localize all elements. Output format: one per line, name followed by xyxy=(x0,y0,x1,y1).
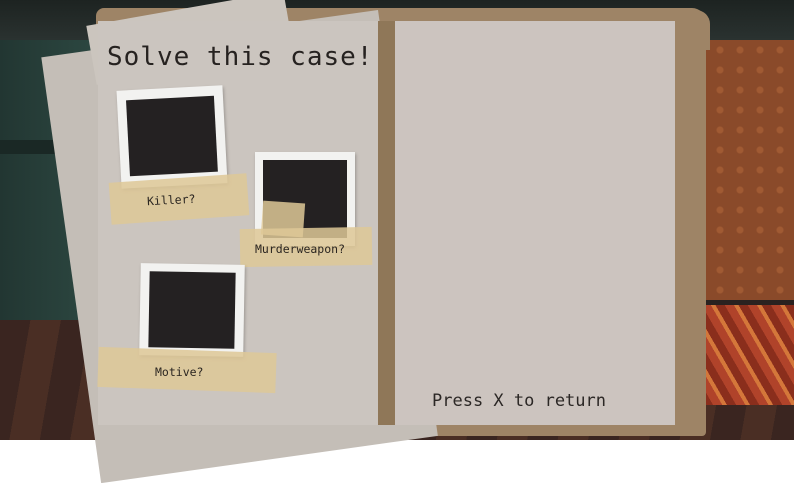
right-page xyxy=(395,21,675,425)
killer-photo xyxy=(126,95,218,177)
motive-label: Motive? xyxy=(155,365,204,379)
return-hint: Press X to return xyxy=(432,391,606,411)
folder-spine xyxy=(378,21,395,425)
motive-photo xyxy=(148,271,236,349)
murderweapon-label: Murderweapon? xyxy=(255,242,346,256)
motive-polaroid[interactable] xyxy=(139,263,245,357)
case-title: Solve this case! xyxy=(107,42,374,72)
killer-label: Killer? xyxy=(146,191,196,209)
killer-polaroid[interactable] xyxy=(116,85,228,189)
